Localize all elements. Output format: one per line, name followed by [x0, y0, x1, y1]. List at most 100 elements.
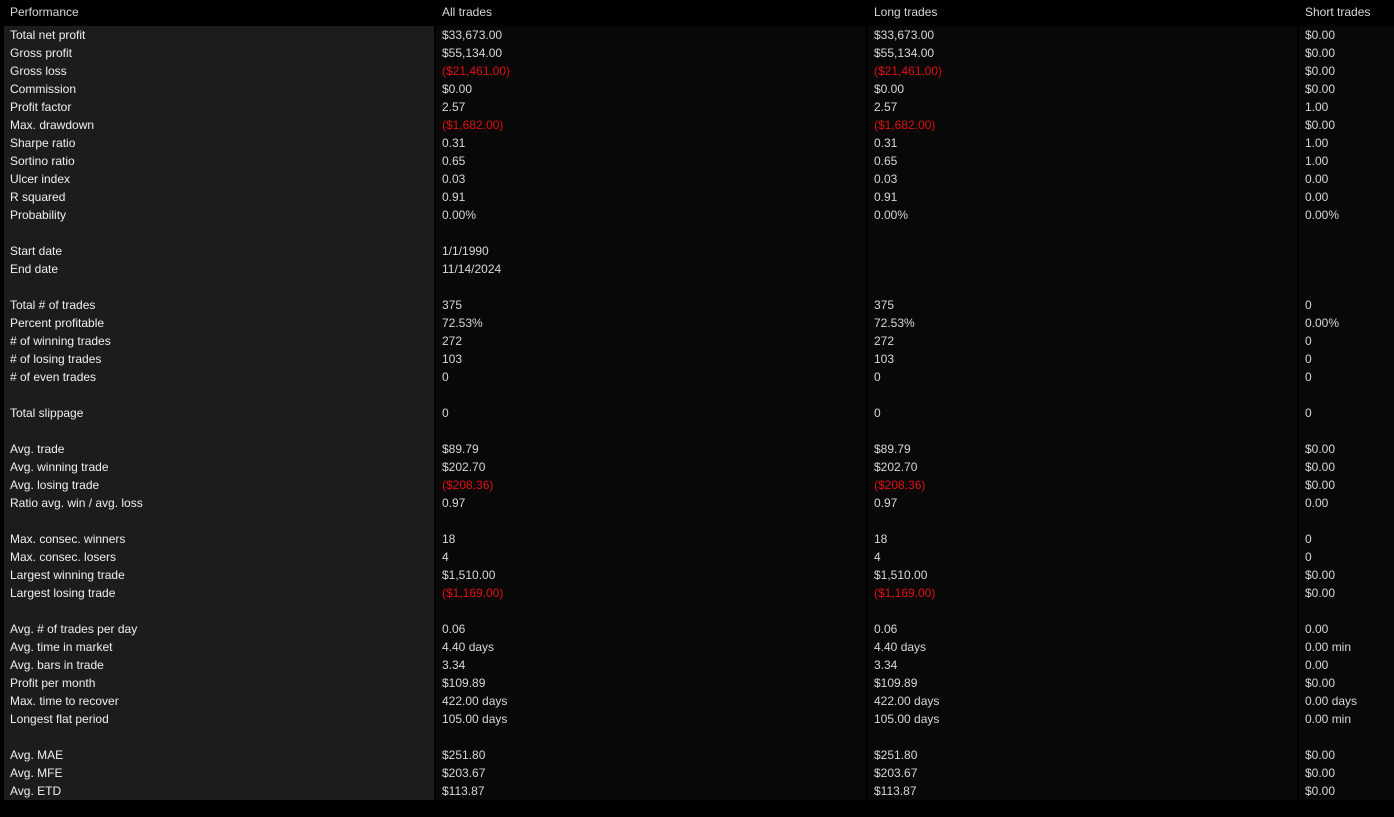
long-trades-value: 272: [874, 334, 895, 348]
table-row: Max. consec. winners 18 18 0: [0, 530, 1394, 548]
all-trades-value: $0.00: [442, 82, 473, 96]
short-trades-value: 1.00: [1305, 100, 1329, 114]
table-row: Longest flat period 105.00 days 105.00 day…: [0, 710, 1394, 728]
metric-label: Avg. losing trade: [10, 478, 100, 492]
long-trades-value: ($1,682.00): [874, 118, 936, 132]
long-trades-value: ($208.36): [874, 478, 926, 492]
long-trades-value: ($1,169.00): [874, 586, 936, 600]
all-trades-value: 0.06: [442, 622, 466, 636]
table-row: Max. time to recover 422.00 days 422.00 da…: [0, 692, 1394, 710]
table-row: Ulcer index 0.03 0.03 0.00: [0, 170, 1394, 188]
all-trades-value: ($1,169.00): [442, 586, 504, 600]
long-trades-value: 0: [874, 406, 881, 420]
metric-label: Max. consec. winners: [10, 532, 126, 546]
all-trades-value: 18: [442, 532, 456, 546]
short-trades-value: 0.00%: [1305, 316, 1340, 330]
header-short-trades[interactable]: Short trades: [1305, 5, 1370, 19]
metric-label: # of winning trades: [10, 334, 111, 348]
short-trades-value: 0.00 min: [1305, 712, 1352, 726]
long-trades-value: 375: [874, 298, 895, 312]
all-trades-value: $33,673.00: [442, 28, 503, 42]
spacer-row: [0, 278, 1394, 296]
all-trades-value: 0.03: [442, 172, 466, 186]
metric-label: Total # of trades: [10, 298, 96, 312]
table-row: # of even trades 0 0 0: [0, 368, 1394, 386]
all-trades-value: 1/1/1990: [442, 244, 489, 258]
metric-label: R squared: [10, 190, 66, 204]
table-row: Gross profit $55,134.00 $55,134.00 $0.00: [0, 44, 1394, 62]
short-trades-value: $0.00: [1305, 28, 1336, 42]
short-trades-value: $0.00: [1305, 46, 1336, 60]
long-trades-value: $0.00: [874, 82, 905, 96]
short-trades-value: 0: [1305, 532, 1312, 546]
metric-label: Start date: [10, 244, 63, 258]
metric-label: End date: [10, 262, 59, 276]
metric-label: Largest losing trade: [10, 586, 116, 600]
short-trades-value: 0.00: [1305, 190, 1329, 204]
short-trades-value: 0.00: [1305, 658, 1329, 672]
long-trades-value: $55,134.00: [874, 46, 935, 60]
table-row: Gross loss ($21,461.00) ($21,461.00) $0.00: [0, 62, 1394, 80]
metric-label: Total net profit: [10, 28, 86, 42]
long-trades-value: 0.97: [874, 496, 898, 510]
all-trades-value: 72.53%: [442, 316, 483, 330]
spacer-row: [0, 728, 1394, 746]
long-trades-value: 105.00 days: [874, 712, 940, 726]
metric-label: Avg. MAE: [10, 748, 64, 762]
short-trades-value: 0.00: [1305, 496, 1329, 510]
all-trades-value: 375: [442, 298, 463, 312]
metric-label: Max. consec. losers: [10, 550, 117, 564]
short-trades-value: 0.00: [1305, 622, 1329, 636]
short-trades-value: 0: [1305, 334, 1312, 348]
long-trades-value: 0: [874, 370, 881, 384]
spacer-row: [0, 512, 1394, 530]
all-trades-value: 11/14/2024: [442, 262, 502, 276]
short-trades-value: 0: [1305, 550, 1312, 564]
metric-label: Profit factor: [10, 100, 72, 114]
long-trades-value: 4: [874, 550, 881, 564]
long-trades-value: $1,510.00: [874, 568, 928, 582]
table-row: Total net profit $33,673.00 $33,673.00 $0.0…: [0, 26, 1394, 44]
metric-label: Probability: [10, 208, 67, 222]
header-all-trades[interactable]: All trades: [442, 5, 492, 19]
all-trades-value: 0.31: [442, 136, 466, 150]
all-trades-value: 2.57: [442, 100, 466, 114]
metric-label: Avg. bars in trade: [10, 658, 104, 672]
spacer-row: [0, 224, 1394, 242]
table-row: Avg. bars in trade 3.34 3.34 0.00: [0, 656, 1394, 674]
table-row: # of winning trades 272 272 0: [0, 332, 1394, 350]
table-row: Max. drawdown ($1,682.00) ($1,682.00) $0.00: [0, 116, 1394, 134]
metric-label: Sharpe ratio: [10, 136, 76, 150]
header-long-trades[interactable]: Long trades: [874, 5, 937, 19]
header-performance[interactable]: Performance: [10, 5, 79, 19]
metric-label: # of losing trades: [10, 352, 102, 366]
short-trades-value: 0.00 min: [1305, 640, 1352, 654]
long-trades-value: $203.67: [874, 766, 918, 780]
short-trades-value: $0.00: [1305, 748, 1336, 762]
long-trades-value: $33,673.00: [874, 28, 935, 42]
metric-label: Avg. trade: [10, 442, 65, 456]
short-trades-value: 0: [1305, 352, 1312, 366]
all-trades-value: 0: [442, 370, 449, 384]
table-row: Largest winning trade $1,510.00 $1,510.00 $…: [0, 566, 1394, 584]
table-row: Avg. MFE $203.67 $203.67 $0.00: [0, 764, 1394, 782]
all-trades-value: $89.79: [442, 442, 479, 456]
all-trades-value: 4: [442, 550, 449, 564]
table-row: Total slippage 0 0 0: [0, 404, 1394, 422]
metric-label: Ratio avg. win / avg. loss: [10, 496, 143, 510]
all-trades-value: 272: [442, 334, 463, 348]
long-trades-value: $202.70: [874, 460, 918, 474]
all-trades-value: ($1,682.00): [442, 118, 504, 132]
all-trades-value: 0.00%: [442, 208, 477, 222]
long-trades-value: 103: [874, 352, 895, 366]
table-row: R squared 0.91 0.91 0.00: [0, 188, 1394, 206]
short-trades-value: 0.00%: [1305, 208, 1340, 222]
long-trades-value: 18: [874, 532, 888, 546]
metric-label: Ulcer index: [10, 172, 71, 186]
short-trades-value: $0.00: [1305, 784, 1336, 798]
all-trades-value: $113.87: [442, 784, 485, 798]
metric-label: Avg. winning trade: [10, 460, 109, 474]
metric-label: Gross loss: [10, 64, 67, 78]
all-trades-value: 103: [442, 352, 463, 366]
short-trades-value: $0.00: [1305, 568, 1336, 582]
